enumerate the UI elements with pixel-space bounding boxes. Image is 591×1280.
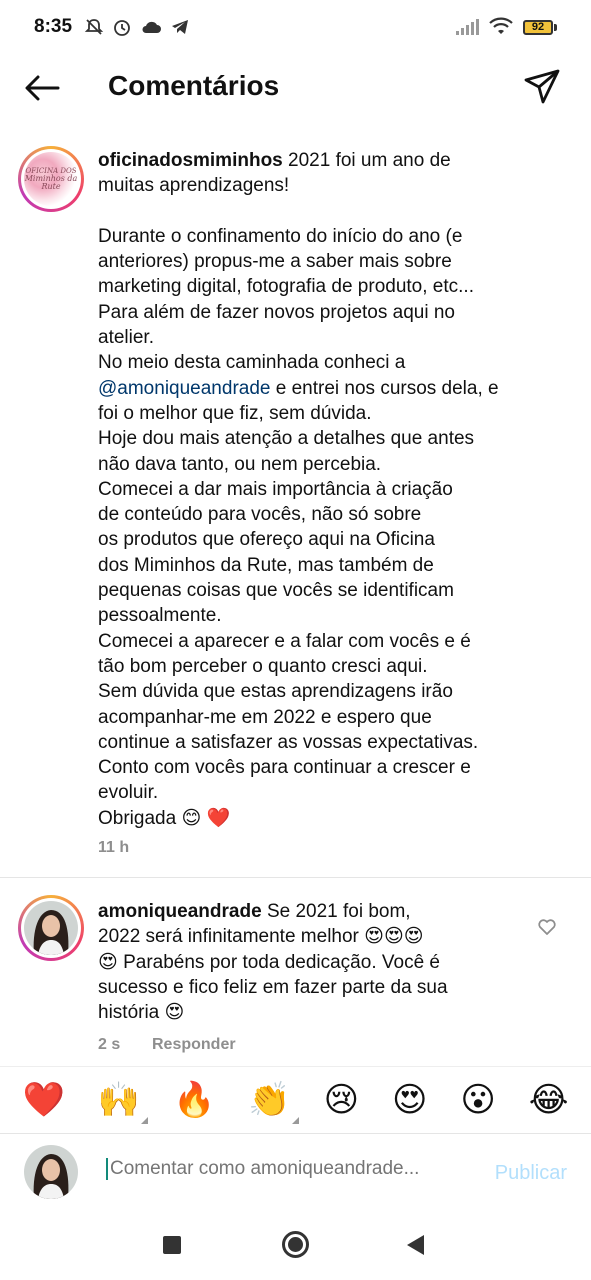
battery-icon: 92 (523, 19, 557, 35)
caption-line: atelier. (98, 327, 154, 349)
publish-button[interactable]: Publicar (495, 1162, 567, 1185)
caption-avatar[interactable]: OFICINA DOS Miminhos da Rute (18, 146, 84, 212)
emoji-glyph: 🙌 (97, 1079, 141, 1120)
mute-icon (84, 19, 104, 35)
status-time: 8:35 (34, 16, 73, 37)
share-button[interactable] (523, 68, 563, 108)
reply-text: amoniqueandrade Se 2021 foi bom, 2022 se… (98, 899, 548, 1025)
caption-line: Comecei a aparecer e a falar com vocês e… (98, 630, 471, 652)
caption-line: Sem dúvida que estas aprendizagens irão (98, 681, 453, 703)
reply-line: sucesso e fico feliz em fazer parte da s… (98, 976, 448, 998)
user-photo (24, 901, 78, 955)
caption-line: e entrei nos cursos dela, e (270, 377, 499, 399)
caption-line: Conto com vocês para continuar a crescer… (98, 757, 471, 779)
page-title: Comentários (108, 70, 280, 101)
caption-text: oficinadosmiminhos 2021 foi um ano de mu… (98, 148, 548, 831)
caption-line: marketing digital, fotografia de produto… (98, 276, 474, 298)
system-nav-bar (0, 1212, 591, 1280)
header: Comentários (0, 54, 591, 122)
direct-send-icon (524, 69, 560, 104)
mention-link[interactable]: @amoniqueandrade (98, 378, 270, 399)
caption-line: Para além de fazer novos projetos aqui n… (98, 301, 455, 323)
caption-line: Obrigada 😊 ❤️ (98, 807, 231, 829)
user-photo (24, 1145, 78, 1199)
battery-level: 92 (523, 19, 553, 35)
caption-timestamp: 11 h (98, 839, 130, 856)
emoji-glyph: 👏 (248, 1079, 291, 1120)
arrow-left-icon (25, 75, 60, 101)
caption-line: continue a satisfazer as vossas expectat… (98, 731, 479, 753)
caption-line: No meio desta caminhada conheci a (98, 352, 406, 374)
caption-line: dos Miminhos da Rute, mas também de (98, 554, 434, 576)
divider (0, 877, 591, 878)
caption-line: acompanhar-me em 2022 e espero que (98, 706, 432, 728)
wifi-icon (489, 17, 513, 34)
emoji-surprised-button[interactable]: 😮 (460, 1080, 495, 1120)
comment-input[interactable] (106, 1158, 476, 1180)
signal-icon (456, 19, 479, 35)
caption-line: os produtos que ofereço aqui na Oficina (98, 529, 435, 551)
caption-line: anteriores) propus-me a saber mais sobre (98, 251, 452, 273)
reply-line: história 😍 (98, 1002, 185, 1024)
emoji-quick-bar: ❤️ 🙌 🔥 👏 😢 😍 😮 😂 (0, 1066, 591, 1132)
heart-outline-icon (538, 919, 556, 935)
comment-composer: Publicar (0, 1133, 591, 1211)
recent-apps-button[interactable] (163, 1236, 181, 1254)
emoji-clap-button[interactable]: 👏 (248, 1079, 299, 1124)
alarm-icon (114, 20, 130, 36)
caption-line: não dava tanto, ou nem percebia. (98, 453, 382, 475)
system-back-button[interactable] (407, 1235, 424, 1255)
telegram-icon (172, 20, 189, 34)
caption-line: foi o melhor que fiz, sem dúvida. (98, 402, 372, 424)
reply-button[interactable]: Responder (152, 1036, 236, 1054)
composer-avatar (24, 1145, 78, 1199)
caption-line (98, 199, 548, 224)
caption-line: Durante o confinamento do início do ano … (98, 225, 463, 247)
reply-avatar[interactable] (18, 895, 84, 961)
emoji-heart-button[interactable]: ❤️ (22, 1080, 64, 1120)
caption-line: Comecei a dar mais importância à criação (98, 478, 453, 500)
reply-line: 2022 será infinitamente melhor 😍😍😍 (98, 926, 424, 948)
emoji-crying-button[interactable]: 😢 (324, 1080, 359, 1120)
reply-timestamp: 2 s (98, 1036, 121, 1053)
oficina-logo-avatar: OFICINA DOS Miminhos da Rute (24, 152, 78, 206)
user-photo-avatar (24, 901, 78, 955)
caption-line: evoluir. (98, 782, 159, 804)
status-bar: 8:35 92 (0, 0, 591, 54)
home-button[interactable] (282, 1231, 309, 1258)
status-icons-left (84, 17, 190, 37)
reply-line: 😍 Parabéns por toda dedicação. Você é (98, 951, 440, 973)
caption-line: muitas aprendizagens! (98, 175, 290, 197)
emoji-heart-eyes-button[interactable]: 😍 (392, 1080, 427, 1120)
caption-line: Hoje dou mais atenção a detalhes que ant… (98, 428, 475, 450)
emoji-laughing-button[interactable]: 😂 (529, 1080, 569, 1120)
caption-line: tão bom perceber o quanto cresci aqui. (98, 655, 428, 677)
emoji-fire-button[interactable]: 🔥 (173, 1080, 215, 1120)
reply-username[interactable]: amoniqueandrade (98, 901, 262, 922)
avatar-logo-main: Miminhos da Rute (24, 174, 78, 191)
emoji-raised-hands-button[interactable]: 🙌 (97, 1079, 149, 1124)
caption-line: de conteúdo para vocês, não só sobre (98, 504, 422, 526)
back-button[interactable] (22, 70, 62, 106)
like-button[interactable] (537, 917, 559, 939)
status-icons-right: 92 (455, 17, 557, 37)
caption-line: pequenas coisas que vocês se identificam (98, 580, 454, 602)
cloud-icon (142, 21, 162, 33)
reply-line: Se 2021 foi bom, (266, 901, 411, 922)
caption-line: 2021 foi um ano de (288, 150, 451, 171)
caption-line: pessoalmente. (98, 605, 222, 627)
caption-username[interactable]: oficinadosmiminhos (98, 150, 283, 171)
